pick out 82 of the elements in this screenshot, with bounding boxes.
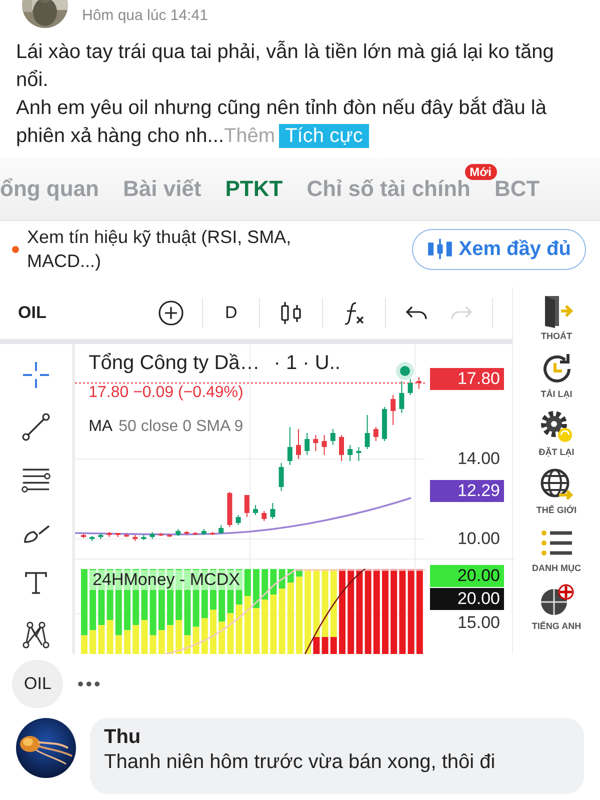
view-full-button[interactable]: Xem đầy đủ [412,228,586,270]
candle [416,376,421,390]
tab[interactable]: PTKT [225,176,283,201]
chart-title: Tổng Công ty Dầ… [88,352,260,375]
candle [304,432,310,456]
candle [80,534,86,538]
trend-line-icon[interactable] [20,412,51,442]
candle [382,406,387,442]
candle [347,444,352,462]
tool-label: THOÁT [541,331,572,341]
candle [244,494,249,518]
candle [286,426,292,466]
price-label: 17.80 [430,368,504,390]
candle [296,428,301,460]
candle [192,532,198,536]
post-text: Lái xào tay trái qua tai phải, vẫn là tiền lớn mà giá lại ko tăng nổi. [15,40,555,93]
new-badge: Mới [464,164,496,180]
symbol-label[interactable]: OIL [0,303,158,323]
candle [175,528,180,536]
candle [124,532,129,538]
candle [158,532,163,536]
candle [166,534,172,538]
indicator-title: 24HMoney - MCDX [88,570,244,590]
comment-author[interactable]: Thu [104,726,570,749]
candle [330,428,335,446]
candle [106,532,112,538]
candle [218,524,224,534]
candle [184,530,189,536]
interval-button[interactable]: D [221,303,242,323]
pattern-icon[interactable] [20,620,51,650]
price-label: 10.00 [456,528,501,550]
last-price-marker [396,362,414,380]
bullet-dot-icon [12,246,19,252]
indicator-value-label: 15.00 [456,612,501,634]
chart-interval: · 1 · U.. [274,352,340,375]
indicator-value-label: 20.00 [430,588,504,610]
indicator-name: MA [88,418,113,436]
candle [261,510,266,522]
candle [407,378,412,396]
indicator-params: 50 close 0 SMA 9 [118,418,244,436]
candlestick-icon [426,238,453,260]
price-quote: 17.80 −0.09 (−0.49%) [88,384,244,402]
notice-text: Xem tín hiệu kỹ thuật (RSI, SMA, MACD...) [27,226,292,273]
candle [114,532,120,538]
settings-icon[interactable] [538,409,574,445]
candle [252,504,258,516]
candle [270,502,275,520]
candle [278,462,284,492]
tool-label: DANH MỤC [532,563,581,573]
candle [372,426,378,442]
price-label: 14.00 [456,448,501,470]
candle [364,414,370,450]
candle [356,446,361,462]
candle [398,380,404,414]
candle [312,434,318,452]
add-icon[interactable] [158,300,184,326]
globe-icon[interactable] [538,467,574,503]
candle [226,492,232,528]
post-text: Anh em yêu oil nhưng cũng nên tỉnh đòn nếu đây bắt đầu là phiên xả hàng cho nh...Thêm Tích cực [15,96,548,150]
candle [235,514,240,526]
candle [338,434,344,462]
candle [390,394,396,426]
tool-label: TIẾNG ANH [532,621,582,631]
candle [98,532,103,540]
candle [140,534,146,540]
candle [200,528,206,536]
comment-text: Thanh niên hôm trước vừa bán xong, thôi đi [104,751,496,774]
more-button[interactable]: ••• [77,674,102,694]
candle [210,532,215,536]
tool-label: ĐẶT LẠI [538,447,574,457]
candle [132,534,138,542]
price-label: 12.29 [430,480,504,502]
sentiment-tag: Tích cực [279,124,369,148]
crosshair-icon[interactable] [20,360,51,390]
tool-label: THẾ GIỚI [536,505,577,515]
indicator-value-label: 20.00 [430,565,504,587]
tool-label: TẢI LẠI [540,389,572,399]
post-time: Hôm qua lúc 14:41 [82,6,208,24]
candle [89,536,94,542]
candle [149,532,154,540]
candle [321,434,326,456]
stock-tag[interactable]: OIL [12,660,64,708]
